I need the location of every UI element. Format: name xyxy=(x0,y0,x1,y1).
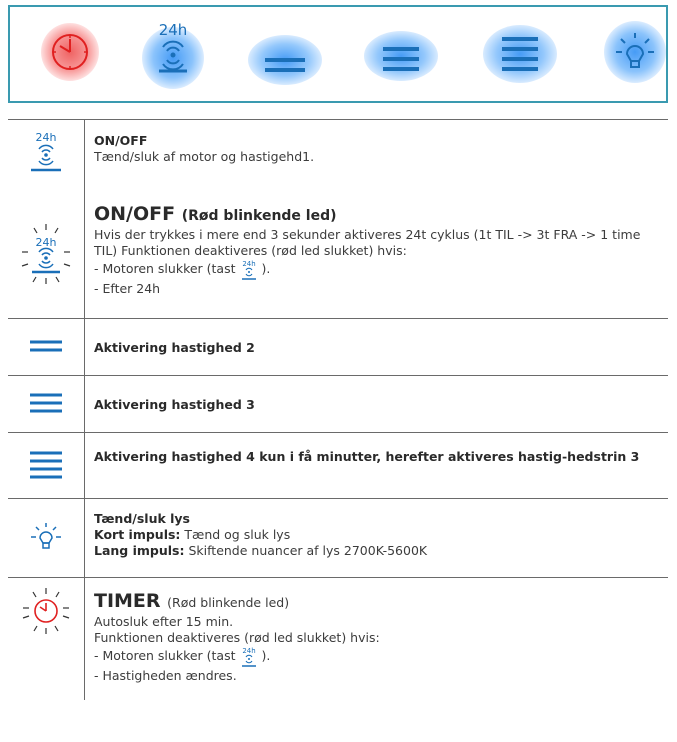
short-text: Tænd og sluk lys xyxy=(184,527,291,542)
text-cell: Aktivering hastighed 2 xyxy=(85,319,668,356)
inline-24h-label: 24h xyxy=(242,647,255,655)
speed-4-icon xyxy=(502,37,538,71)
row-title-main: ON/OFF xyxy=(94,203,176,225)
table-row: Aktivering hastighed 3 xyxy=(8,375,668,432)
timer-button[interactable] xyxy=(35,17,105,87)
row-title: ON/OFF (Rød blinkende led) xyxy=(94,203,662,227)
panel-24h-label: 24h xyxy=(159,21,188,39)
long-text: Skiftende nuancer af lys 2700K-5600K xyxy=(188,543,428,558)
row-title: Aktivering hastighed 3 xyxy=(94,397,255,412)
speed-4-icon xyxy=(30,451,62,479)
row-title: Tænd/sluk lys xyxy=(94,511,191,526)
light-button[interactable] xyxy=(600,17,670,87)
row-title-suffix: (Rød blinkende led) xyxy=(167,595,290,610)
row-title: Aktivering hastighed 4 kun i få minutter… xyxy=(94,449,640,464)
fan-24h-icon: 24h xyxy=(241,647,256,667)
row-title: Aktivering hastighed 2 xyxy=(94,340,255,355)
text-cell: Tænd/sluk lys Kort impuls: Tænd og sluk … xyxy=(85,499,668,559)
text-cell: TIMER (Rød blinkende led) Autosluk efter… xyxy=(85,578,668,684)
row-bullet: - Efter 24h xyxy=(94,281,161,296)
fan-24h-icon: 24h xyxy=(159,21,188,73)
row-title-main: TIMER xyxy=(94,590,161,612)
fan-24h-blinking-icon: 24h xyxy=(21,224,71,284)
icon-cell xyxy=(8,578,85,700)
icon-cell xyxy=(8,433,85,498)
table-row: Aktivering hastighed 2 xyxy=(8,318,668,375)
icon-cell: 24h xyxy=(8,190,85,318)
icon-24h-label: 24h xyxy=(36,131,57,144)
icon-cell xyxy=(8,319,85,375)
text-cell: ON/OFF (Rød blinkende led) Hvis der tryk… xyxy=(85,190,668,297)
row-text: Tænd/sluk af motor og hastigehd1. xyxy=(94,149,315,164)
table-row: 24h ON/OFF (Rød blinkende led) Hvis der … xyxy=(8,190,668,318)
row-line: Lang impuls: Skiftende nuancer af lys 27… xyxy=(94,543,662,559)
row-line: Autosluk efter 15 min. xyxy=(94,614,234,629)
row-line: Funktionen deaktiveres (rød led slukket)… xyxy=(94,630,380,645)
speed-2-icon xyxy=(265,58,305,72)
table-row: Tænd/sluk lys Kort impuls: Tænd og sluk … xyxy=(8,498,668,577)
function-table: 24h ON/OFF Tænd/sluk af motor og hastige… xyxy=(8,119,668,700)
row-line: Kort impuls: Tænd og sluk lys xyxy=(94,527,662,543)
text-cell: Aktivering hastighed 3 xyxy=(85,376,668,413)
long-label: Lang impuls: xyxy=(94,543,185,558)
icon-cell xyxy=(8,376,85,432)
bullet-text: - Motoren slukker (tast xyxy=(94,261,236,276)
speed-3-button[interactable] xyxy=(364,17,438,87)
speed-4-button[interactable] xyxy=(483,17,557,87)
table-row: 24h ON/OFF Tænd/sluk af motor og hastige… xyxy=(8,119,668,190)
row-bullet: - Motoren slukker (tast 24h ). xyxy=(94,646,662,668)
clock-timer-blinking-icon xyxy=(22,588,70,634)
text-cell: Aktivering hastighed 4 kun i få minutter… xyxy=(85,433,668,465)
fan-24h-button[interactable]: 24h xyxy=(138,17,208,89)
table-row: TIMER (Rød blinkende led) Autosluk efter… xyxy=(8,577,668,700)
table-row: Aktivering hastighed 4 kun i få minutter… xyxy=(8,432,668,498)
speed-3-icon xyxy=(383,47,419,71)
light-bulb-icon xyxy=(616,33,654,68)
row-title: ON/OFF xyxy=(94,133,148,148)
icon-cell: 24h xyxy=(8,120,85,190)
bullet-text: - Motoren slukker (tast xyxy=(94,648,236,663)
row-bullet: - Motoren slukker (tast 24h ). xyxy=(94,259,662,281)
fan-24h-icon: 24h xyxy=(31,131,61,172)
row-text: Hvis der trykkes i mere end 3 sekunder a… xyxy=(94,227,641,258)
inline-24h-label: 24h xyxy=(242,260,255,268)
row-title: TIMER (Rød blinkende led) xyxy=(94,590,662,614)
short-label: Kort impuls: xyxy=(94,527,181,542)
icon-24h-label: 24h xyxy=(36,236,57,249)
control-panel: 24h xyxy=(8,5,668,103)
speed-2-button[interactable] xyxy=(248,17,322,87)
text-cell: ON/OFF Tænd/sluk af motor og hastigehd1. xyxy=(85,120,668,165)
row-bullet: - Hastigheden ændres. xyxy=(94,668,237,683)
speed-3-icon xyxy=(30,393,62,413)
light-bulb-icon xyxy=(31,523,61,549)
bullet-text-end: ). xyxy=(261,261,271,276)
speed-2-icon xyxy=(30,340,62,352)
icon-cell xyxy=(8,499,85,577)
bullet-text-end: ). xyxy=(261,648,271,663)
clock-timer-icon xyxy=(52,34,88,70)
fan-24h-icon: 24h xyxy=(241,260,256,280)
row-title-suffix: (Rød blinkende led) xyxy=(181,208,337,224)
